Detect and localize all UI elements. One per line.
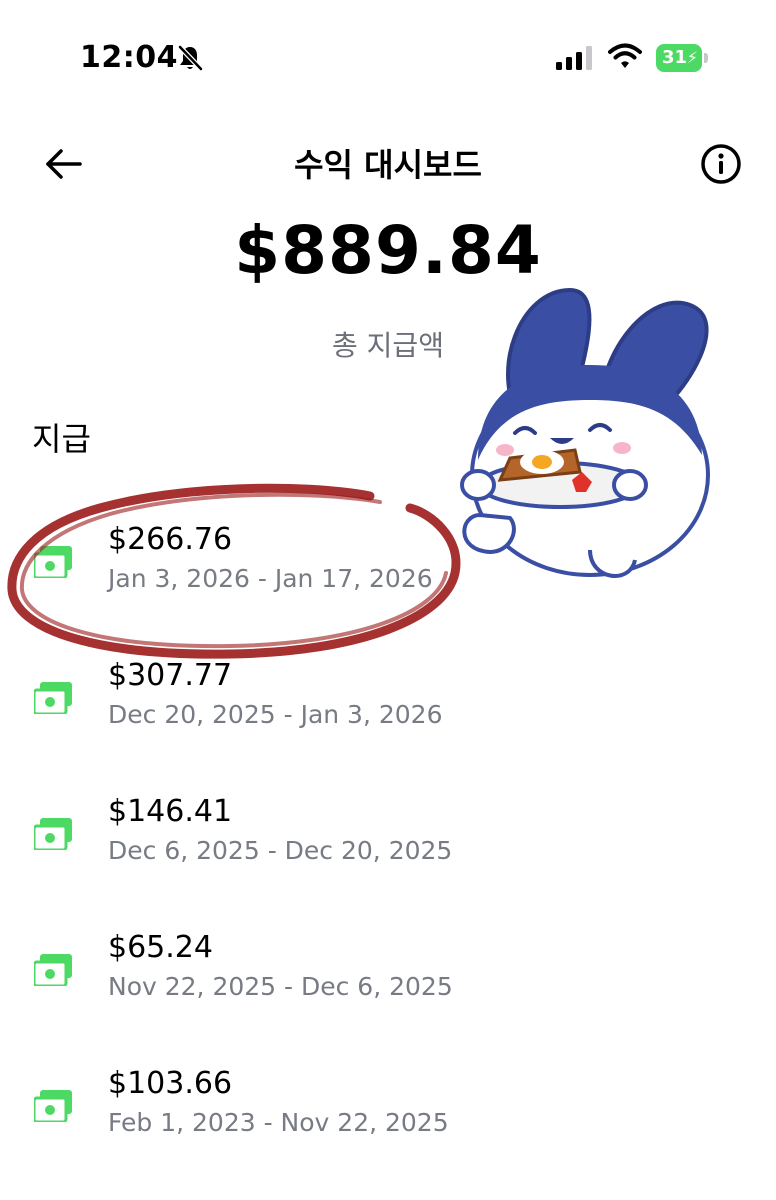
money-icon: [34, 546, 72, 578]
payout-period: Nov 22, 2025 - Dec 6, 2025: [108, 972, 453, 1001]
money-icon: [34, 1090, 72, 1122]
payout-period: Dec 6, 2025 - Dec 20, 2025: [108, 836, 453, 865]
signal-icon: [556, 46, 592, 70]
payout-amount: $307.77: [108, 658, 233, 693]
payout-period: Feb 1, 2023 - Nov 22, 2025: [108, 1108, 449, 1137]
money-icon: [34, 954, 72, 986]
payout-row[interactable]: $65.24 Nov 22, 2025 - Dec 6, 2025: [0, 930, 776, 1050]
payout-amount: $146.41: [108, 794, 233, 829]
payout-row[interactable]: $266.76 Jan 3, 2026 - Jan 17, 2026: [0, 522, 776, 642]
info-icon[interactable]: [700, 143, 742, 185]
money-icon: [34, 682, 72, 714]
section-title-payouts: 지급: [32, 420, 91, 458]
payout-amount: $103.66: [108, 1066, 233, 1101]
money-icon: [34, 818, 72, 850]
total-amount: $889.84: [234, 212, 542, 289]
battery-icon: 31 ⚡: [656, 44, 710, 72]
payout-row[interactable]: $103.66 Feb 1, 2023 - Nov 22, 2025: [0, 1066, 776, 1186]
payout-period: Jan 3, 2026 - Jan 17, 2026: [108, 564, 433, 593]
wifi-icon: [608, 43, 642, 68]
status-time: 12:04: [80, 40, 178, 75]
payout-row[interactable]: $307.77 Dec 20, 2025 - Jan 3, 2026: [0, 658, 776, 778]
bell-slash-icon: [178, 45, 203, 71]
page-title: 수익 대시보드: [294, 146, 482, 184]
payout-period: Dec 20, 2025 - Jan 3, 2026: [108, 700, 443, 729]
status-bar: 12:04 31 ⚡: [0, 0, 776, 110]
payout-row[interactable]: $146.41 Dec 6, 2025 - Dec 20, 2025: [0, 794, 776, 914]
payout-amount: $266.76: [108, 522, 233, 557]
payout-amount: $65.24: [108, 930, 213, 965]
